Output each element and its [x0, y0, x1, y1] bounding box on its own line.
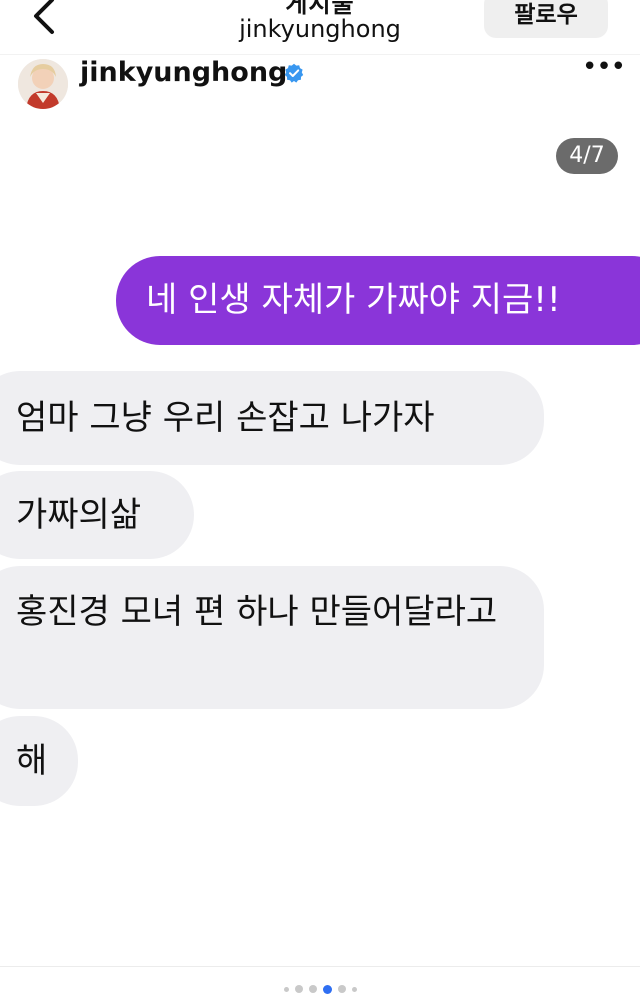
carousel-dot[interactable] [295, 985, 303, 993]
follow-button[interactable]: 팔로우 [484, 0, 608, 38]
carousel-dot[interactable] [284, 986, 289, 992]
carousel-dot[interactable] [352, 986, 357, 992]
received-message-bubble: 가짜의삶 [0, 471, 194, 559]
top-navigation-bar: 게시물 jinkyunghong 팔로우 [0, 0, 640, 48]
verified-badge-icon [284, 63, 304, 83]
carousel-dot-active[interactable] [323, 984, 332, 994]
more-options-button[interactable]: ••• [582, 54, 626, 85]
slide-counter-badge: 4/7 [556, 138, 618, 174]
more-horizontal-icon: ••• [582, 52, 626, 82]
carousel-dots [284, 984, 357, 994]
received-message-bubble: 엄마 그냥 우리 손잡고 나가자 [0, 371, 544, 465]
avatar-image [18, 59, 68, 109]
post-media[interactable]: 4/7 네 인생 자체가 가짜야 지금!! 엄마 그냥 우리 손잡고 나가자 가… [0, 111, 640, 966]
avatar[interactable] [18, 59, 68, 109]
sent-message-bubble: 네 인생 자체가 가짜야 지금!! [116, 256, 640, 345]
received-message-bubble: 해 [0, 716, 78, 806]
carousel-dot[interactable] [309, 985, 317, 993]
carousel-dot[interactable] [338, 985, 346, 993]
post-author-row: jinkyunghong ••• [0, 54, 640, 112]
post-username[interactable]: jinkyunghong [80, 57, 287, 88]
received-message-bubble: 홍진경 모녀 편 하나 만들어달라고 [0, 566, 544, 709]
carousel-indicator-bar [0, 966, 640, 1004]
instagram-post-view: 게시물 jinkyunghong 팔로우 jinkyunghong ••• 4/… [0, 0, 640, 1004]
